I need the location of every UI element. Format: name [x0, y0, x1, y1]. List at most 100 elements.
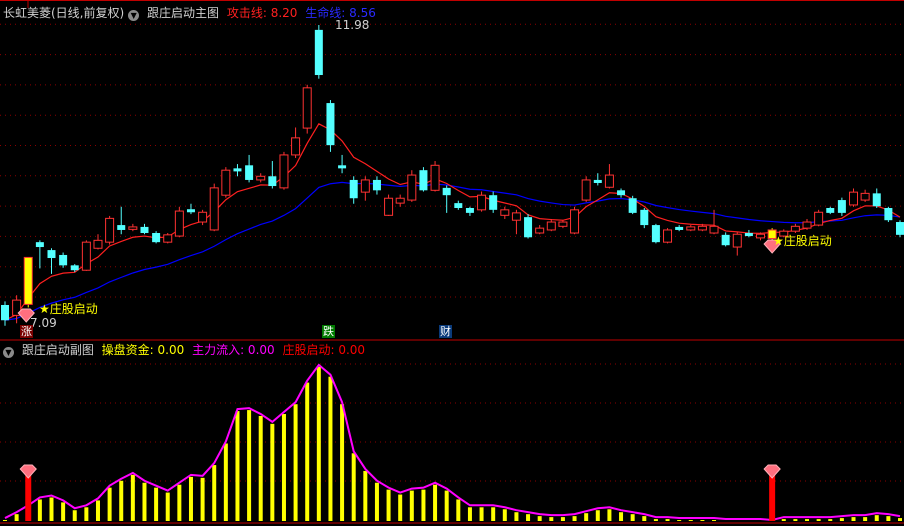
fund-bar: [49, 497, 54, 521]
fund-bar: [653, 519, 658, 521]
candle-up: [697, 225, 707, 231]
candle-down: [884, 208, 893, 221]
candle-up: [581, 179, 591, 201]
candle-up: [546, 221, 556, 231]
candle-up: [407, 174, 417, 201]
fund-bar: [84, 507, 89, 521]
chevron-down-icon[interactable]: ▼: [128, 10, 140, 21]
fund-bar: [642, 516, 647, 521]
mark-down-tag[interactable]: 跌: [322, 325, 335, 338]
candle-down: [721, 234, 730, 246]
fund-bar: [72, 510, 77, 521]
fund-bar: [363, 470, 368, 521]
sub-indicator-name[interactable]: 跟庄启动副图: [22, 343, 94, 357]
start-value: 庄股启动: 0.00: [282, 343, 366, 357]
fund-bar: [874, 515, 879, 521]
sub-chart-header: ▼ 跟庄启动副图 操盘资金: 0.00 主力流入: 0.00 庄股启动: 0.0…: [3, 342, 369, 358]
fund-bar: [328, 376, 333, 521]
candle-up: [849, 191, 859, 206]
candle-down: [593, 179, 602, 183]
candle-up: [430, 164, 440, 191]
mark-up-tag[interactable]: 涨: [20, 325, 33, 338]
candle-down: [872, 193, 881, 207]
fund-bar: [688, 520, 693, 521]
high-price-label: 11.98: [335, 18, 370, 32]
candle-up: [686, 226, 696, 231]
candle-up: [604, 174, 614, 188]
candle-up: [163, 234, 173, 243]
candle-down: [651, 225, 660, 243]
candle-up: [790, 225, 800, 232]
star-icon: ★: [773, 234, 784, 248]
candle-up: [756, 233, 766, 239]
fund-bar: [805, 519, 810, 521]
fund-bar: [142, 482, 147, 521]
signal-label-2: ★庄股启动: [773, 232, 832, 249]
candle-down: [245, 165, 254, 180]
candle-down: [372, 179, 381, 191]
chevron-down-icon[interactable]: ▼: [3, 347, 14, 358]
fund-bar: [235, 411, 240, 521]
fund-bar: [537, 516, 542, 521]
candle-down: [152, 233, 161, 243]
fund-bar: [839, 518, 844, 521]
candle-up: [535, 227, 545, 234]
fund-bar: [95, 500, 100, 521]
candle-down: [617, 190, 626, 196]
gem-icon: [763, 464, 781, 479]
fund-bar: [165, 492, 170, 521]
fund-bar: [177, 484, 182, 521]
candle-down: [826, 208, 835, 213]
low-price-label: 7.09: [30, 316, 57, 330]
candle-up: [302, 87, 312, 129]
candle-down: [314, 29, 323, 76]
candle-up: [802, 221, 812, 229]
price-chart[interactable]: [0, 0, 904, 526]
fund-bar: [467, 507, 472, 521]
fund-bar: [154, 487, 159, 521]
fund-bar: [37, 499, 42, 521]
fund-bar: [619, 512, 624, 521]
candle-down: [186, 209, 195, 213]
candle-down: [233, 168, 242, 172]
candle-down: [338, 165, 347, 169]
fund-bar: [258, 415, 263, 521]
candle-up: [279, 154, 289, 189]
candle-up: [500, 209, 510, 216]
fund-value: 操盘资金: 0.00: [101, 343, 185, 357]
fund-bar: [305, 382, 310, 521]
fund-bar: [630, 514, 635, 521]
fund-bar: [863, 517, 868, 521]
candle-up: [570, 209, 580, 234]
signal-label-1: ★庄股启动: [39, 300, 98, 317]
candle-up: [198, 211, 208, 223]
fund-bar: [607, 509, 612, 521]
fund-bar: [223, 443, 228, 521]
candle-up: [732, 233, 742, 248]
candle-down: [640, 209, 649, 226]
fund-bar: [816, 519, 821, 521]
fund-bar: [398, 494, 403, 521]
candle-down: [70, 265, 79, 271]
fund-bar: [712, 520, 717, 521]
fund-bar: [188, 476, 193, 521]
candle-up: [174, 210, 184, 237]
fund-bar: [793, 519, 798, 521]
signal-text: 庄股启动: [49, 302, 98, 316]
candle-down: [489, 195, 498, 210]
candle-down: [47, 250, 56, 259]
candle-up: [663, 229, 673, 243]
fund-bar: [444, 490, 449, 521]
candle-up: [81, 241, 91, 271]
inflow-value: 主力流入: 0.00: [192, 343, 275, 357]
fund-bar: [828, 519, 833, 521]
candle-down: [419, 170, 428, 191]
mark-cai-tag[interactable]: 财: [439, 325, 452, 338]
fund-bar: [421, 489, 426, 521]
fund-bar: [677, 520, 682, 521]
fund-bar: [456, 499, 461, 521]
candle-down: [837, 200, 846, 213]
candle-up: [128, 226, 138, 230]
main-indicator-name[interactable]: 跟庄启动主图: [147, 6, 219, 20]
fund-bar: [107, 487, 112, 521]
